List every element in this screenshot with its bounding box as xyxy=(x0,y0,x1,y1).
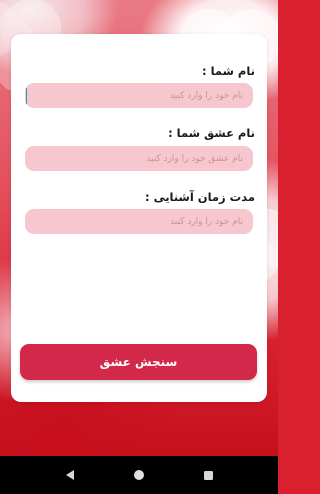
love-form-card: نام شما : نام عشق شما : مدت زمان آشنایی … xyxy=(11,34,267,402)
acquaintance-duration-field[interactable] xyxy=(25,209,253,235)
partner-name-label: نام عشق شما : xyxy=(168,126,255,140)
partner-name-field[interactable] xyxy=(25,146,253,172)
text-cursor xyxy=(26,88,27,104)
your-name-input[interactable] xyxy=(25,83,253,109)
your-name-field[interactable] xyxy=(25,83,253,109)
partner-name-input[interactable] xyxy=(25,146,253,172)
your-name-label: نام شما : xyxy=(201,64,255,78)
acquaintance-duration-input[interactable] xyxy=(25,209,253,235)
measure-love-button[interactable]: سنجش عشق xyxy=(20,344,257,380)
android-navigation-bar xyxy=(0,456,278,494)
back-triangle-icon[interactable] xyxy=(63,468,77,482)
home-circle-icon[interactable] xyxy=(132,468,146,482)
acquaintance-duration-label: مدت زمان آشنایی : xyxy=(144,190,255,204)
recents-square-icon[interactable] xyxy=(201,468,215,482)
